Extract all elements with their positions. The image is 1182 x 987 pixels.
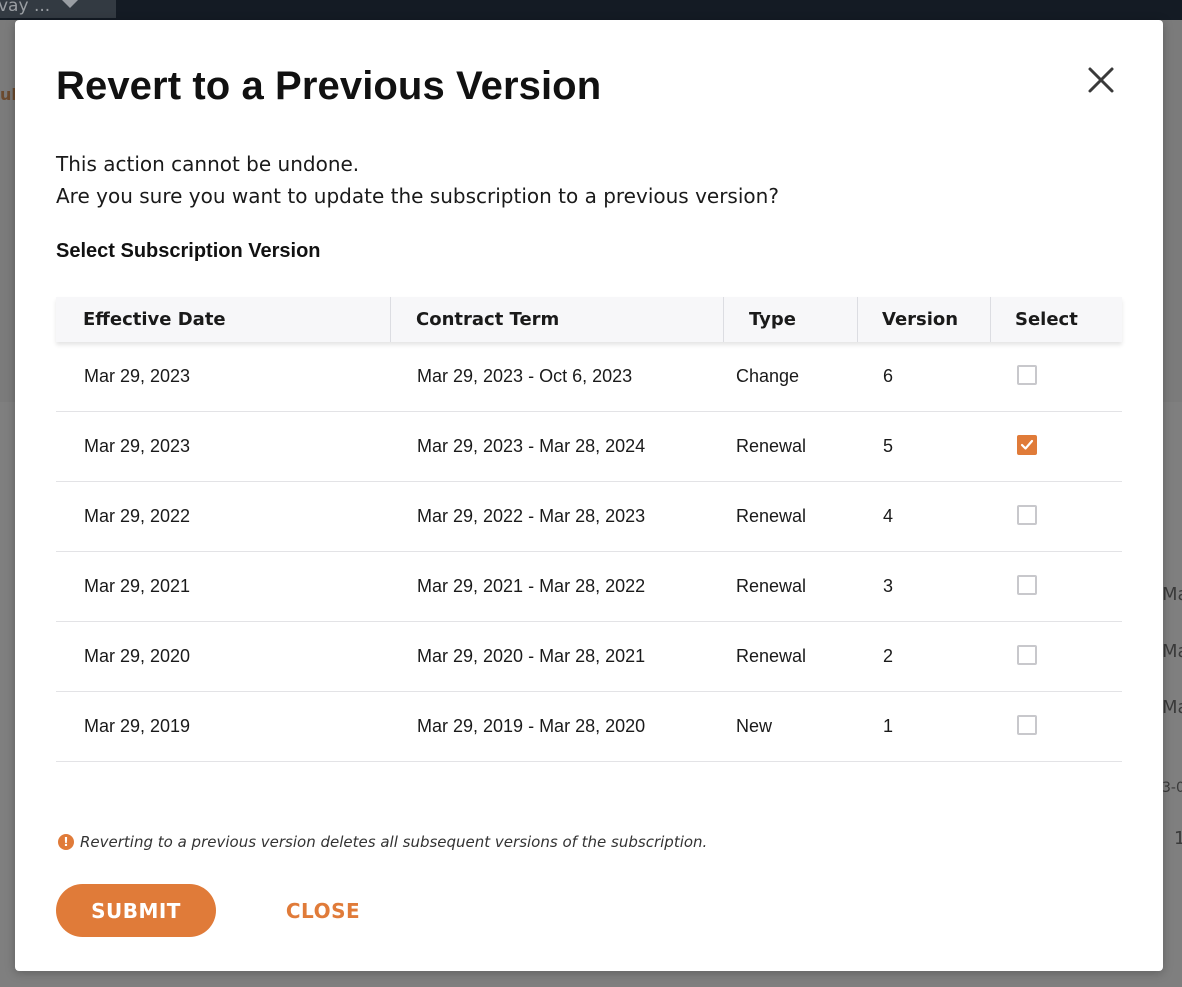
cell-effective-date: Mar 29, 2022 [84, 506, 191, 526]
dialog-title: Revert to a Previous Version [56, 64, 602, 108]
column-divider [723, 297, 724, 342]
chevron-down-icon [62, 0, 78, 8]
cell-type: Renewal [736, 646, 807, 666]
cell-contract-term: Mar 29, 2023 - Oct 6, 2023 [417, 366, 633, 386]
message-line: Are you sure you want to update the subs… [56, 184, 779, 208]
cell-effective-date: Mar 29, 2023 [84, 436, 191, 456]
table-row: Mar 29, 2021 Mar 29, 2021 - Mar 28, 2022… [56, 552, 1122, 622]
select-checkbox[interactable] [1017, 505, 1037, 525]
app-side-text: Ma [1162, 584, 1182, 605]
warning-text: Reverting to a previous version deletes … [80, 833, 708, 851]
cell-type: New [736, 716, 773, 736]
warning-icon: ! [58, 834, 74, 850]
cell-effective-date: Mar 29, 2023 [84, 366, 191, 386]
table-row: Mar 29, 2019 Mar 29, 2019 - Mar 28, 2020… [56, 692, 1122, 762]
cell-version: 4 [883, 506, 894, 526]
warning-note: ! Reverting to a previous version deletes… [58, 833, 707, 851]
message-line: This action cannot be undone. [56, 152, 360, 176]
check-icon [1020, 439, 1034, 450]
cell-version: 2 [883, 646, 894, 666]
select-checkbox[interactable] [1017, 645, 1037, 665]
cell-type: Change [736, 366, 800, 386]
app-dropdown-label: vay ... [0, 0, 51, 16]
column-header-select: Select [1015, 309, 1078, 330]
column-divider [990, 297, 991, 342]
cell-contract-term: Mar 29, 2020 - Mar 28, 2021 [417, 646, 646, 666]
submit-button[interactable]: SUBMIT [56, 884, 216, 937]
table-row: Mar 29, 2020 Mar 29, 2020 - Mar 28, 2021… [56, 622, 1122, 692]
versions-table: Effective Date Contract Term Type Versio… [56, 297, 1122, 762]
dialog-message: This action cannot be undone. Are you su… [56, 148, 779, 212]
select-checkbox[interactable] [1017, 365, 1037, 385]
cell-type: Renewal [736, 576, 807, 596]
cell-version: 3 [883, 576, 894, 596]
column-header-contract-term: Contract Term [416, 309, 560, 330]
select-checkbox[interactable] [1017, 435, 1037, 455]
app-side-text: Ma [1162, 697, 1182, 718]
table-header: Effective Date Contract Term Type Versio… [56, 297, 1122, 342]
app-dropdown[interactable]: vay ... [0, 0, 116, 18]
column-header-effective-date: Effective Date [83, 309, 226, 330]
app-side-text: 1 [1174, 828, 1182, 849]
column-header-version: Version [882, 309, 959, 330]
column-header-type: Type [749, 309, 796, 330]
section-label: Select Subscription Version [56, 240, 321, 262]
close-icon[interactable] [1085, 64, 1117, 96]
cell-type: Renewal [736, 506, 807, 526]
cell-version: 6 [883, 366, 894, 386]
cell-effective-date: Mar 29, 2019 [84, 716, 191, 736]
table-row: Mar 29, 2022 Mar 29, 2022 - Mar 28, 2023… [56, 482, 1122, 552]
cell-contract-term: Mar 29, 2019 - Mar 28, 2020 [417, 716, 646, 736]
column-divider [857, 297, 858, 342]
cell-type: Renewal [736, 436, 807, 456]
cell-effective-date: Mar 29, 2021 [84, 576, 191, 596]
close-button[interactable]: CLOSE [271, 884, 375, 937]
select-checkbox[interactable] [1017, 575, 1037, 595]
cell-effective-date: Mar 29, 2020 [84, 646, 191, 666]
table-row: Mar 29, 2023 Mar 29, 2023 - Oct 6, 2023 … [56, 342, 1122, 412]
revert-version-dialog: Revert to a Previous Version This action… [15, 20, 1163, 971]
cell-contract-term: Mar 29, 2022 - Mar 28, 2023 [417, 506, 646, 526]
table-row: Mar 29, 2023 Mar 29, 2023 - Mar 28, 2024… [56, 412, 1122, 482]
cell-version: 1 [883, 716, 894, 736]
cell-contract-term: Mar 29, 2021 - Mar 28, 2022 [417, 576, 646, 596]
select-checkbox[interactable] [1017, 715, 1037, 735]
app-side-text: Ma [1162, 641, 1182, 662]
cell-version: 5 [883, 436, 894, 456]
app-side-text: 3-0 [1162, 780, 1182, 796]
cell-contract-term: Mar 29, 2023 - Mar 28, 2024 [417, 436, 646, 456]
column-divider [390, 297, 391, 342]
app-topbar [0, 0, 1182, 20]
